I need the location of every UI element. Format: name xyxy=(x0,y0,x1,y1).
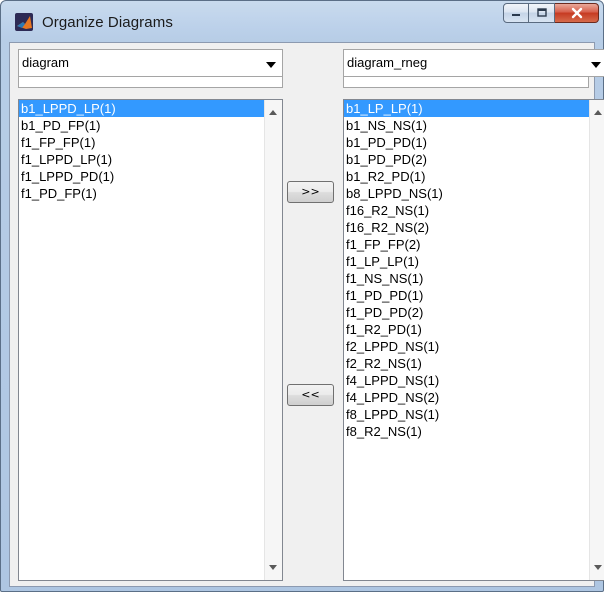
right-diagram-dropdown[interactable]: diagram_rneg xyxy=(343,49,604,77)
left-list-scrollbar[interactable] xyxy=(264,100,282,580)
scroll-up-icon[interactable] xyxy=(594,110,602,115)
right-list-item[interactable]: f8_R2_NS(1) xyxy=(344,423,590,440)
right-list-item[interactable]: b1_PD_PD(2) xyxy=(344,151,590,168)
caption-buttons xyxy=(503,3,599,25)
matlab-icon xyxy=(15,13,33,31)
right-list-item[interactable]: f1_LP_LP(1) xyxy=(344,253,590,270)
right-list-item[interactable]: f1_NS_NS(1) xyxy=(344,270,590,287)
left-dropdown-value: diagram xyxy=(22,55,69,70)
chevron-down-icon xyxy=(266,62,276,68)
minimize-button[interactable] xyxy=(503,3,529,23)
right-list-item[interactable]: f16_R2_NS(1) xyxy=(344,202,590,219)
right-list-item[interactable]: f1_R2_PD(1) xyxy=(344,321,590,338)
right-list-item[interactable]: f1_PD_PD(2) xyxy=(344,304,590,321)
left-list-item[interactable]: f1_FP_FP(1) xyxy=(19,134,265,151)
left-list-item[interactable]: b1_LPPD_LP(1) xyxy=(19,100,265,117)
left-list-items: b1_LPPD_LP(1) b1_PD_FP(1) f1_FP_FP(1) f1_LP… xyxy=(19,100,265,202)
right-list-item[interactable]: b1_LP_LP(1) xyxy=(344,100,590,117)
left-list-item[interactable]: f1_PD_FP(1) xyxy=(19,185,265,202)
right-list-item[interactable]: f1_FP_FP(2) xyxy=(344,236,590,253)
right-diagram-list[interactable]: b1_LP_LP(1) b1_NS_NS(1) b1_PD_PD(1) b1_PD_P… xyxy=(343,99,604,581)
client-area: diagram diagram_rneg b1_LPPD_LP(1) b1_PD_… xyxy=(9,42,604,587)
right-spacer-field xyxy=(343,76,589,88)
move-left-button[interactable]: << xyxy=(287,384,334,406)
scroll-down-icon[interactable] xyxy=(269,565,277,570)
close-icon xyxy=(571,7,582,19)
right-list-item[interactable]: f4_LPPD_NS(2) xyxy=(344,389,590,406)
left-list-item[interactable]: b1_PD_FP(1) xyxy=(19,117,265,134)
move-right-button[interactable]: >> xyxy=(287,181,334,203)
left-list-item[interactable]: f1_LPPD_PD(1) xyxy=(19,168,265,185)
right-list-item[interactable]: f16_R2_NS(2) xyxy=(344,219,590,236)
right-list-items: b1_LP_LP(1) b1_NS_NS(1) b1_PD_PD(1) b1_PD_P… xyxy=(344,100,590,440)
maximize-button[interactable] xyxy=(529,3,555,23)
maximize-icon xyxy=(536,8,547,17)
right-list-item[interactable]: f2_R2_NS(1) xyxy=(344,355,590,372)
right-list-item[interactable]: b1_PD_PD(1) xyxy=(344,134,590,151)
left-spacer-field xyxy=(18,76,283,88)
scroll-up-icon[interactable] xyxy=(269,110,277,115)
window-title: Organize Diagrams xyxy=(42,14,173,31)
right-list-item[interactable]: f8_LPPD_NS(1) xyxy=(344,406,590,423)
right-list-item[interactable]: f2_LPPD_NS(1) xyxy=(344,338,590,355)
left-diagram-list[interactable]: b1_LPPD_LP(1) b1_PD_FP(1) f1_FP_FP(1) f1_LP… xyxy=(18,99,283,581)
title-bar[interactable]: Organize Diagrams xyxy=(1,1,603,41)
close-button[interactable] xyxy=(555,3,599,23)
right-list-item[interactable]: b8_LPPD_NS(1) xyxy=(344,185,590,202)
right-list-item[interactable]: b1_R2_PD(1) xyxy=(344,168,590,185)
right-list-item[interactable]: f4_LPPD_NS(1) xyxy=(344,372,590,389)
right-dropdown-value: diagram_rneg xyxy=(347,55,428,70)
organize-diagrams-window: Organize Diagrams diagram diagram_rneg b… xyxy=(0,0,604,592)
chevron-down-icon xyxy=(591,62,601,68)
left-diagram-dropdown[interactable]: diagram xyxy=(18,49,283,77)
right-list-item[interactable]: f1_PD_PD(1) xyxy=(344,287,590,304)
scroll-down-icon[interactable] xyxy=(594,565,602,570)
right-list-item[interactable]: b1_NS_NS(1) xyxy=(344,117,590,134)
minimize-icon xyxy=(512,14,520,16)
left-list-item[interactable]: f1_LPPD_LP(1) xyxy=(19,151,265,168)
right-list-scrollbar[interactable] xyxy=(589,100,604,580)
